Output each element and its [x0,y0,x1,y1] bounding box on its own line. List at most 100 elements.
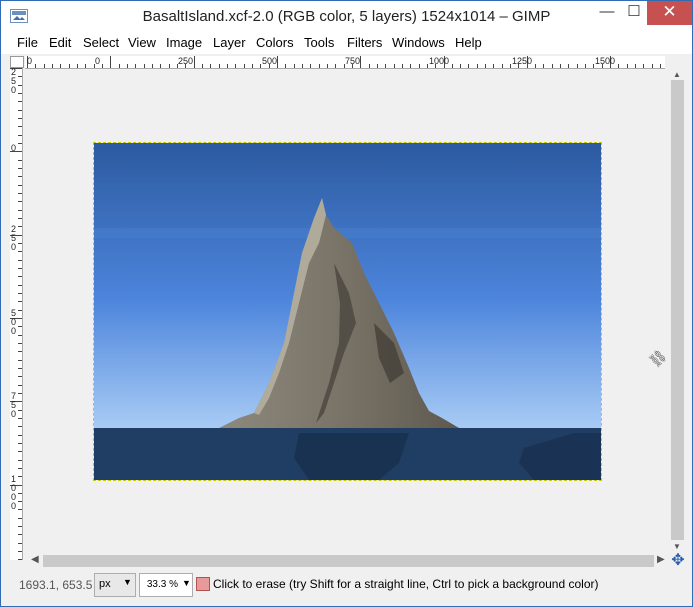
close-button[interactable]: ✕ [647,1,692,25]
ruler-tick [18,467,22,469]
ruler-tick [18,126,22,128]
image-canvas[interactable] [93,142,602,481]
menu-file[interactable]: File [17,35,38,50]
menu-colors[interactable]: Colors [256,35,294,50]
ruler-tick [18,451,22,453]
menu-select[interactable]: Select [83,35,119,50]
ruler-tick [135,64,137,68]
ruler-tick [476,64,478,68]
menu-image[interactable]: Image [166,35,202,50]
menu-help[interactable]: Help [455,35,482,50]
ruler-tick [18,292,22,294]
ruler-tick [193,56,195,68]
status-message: Click to erase (try Shift for a straight… [213,577,599,591]
canvas-area: 0 0 250 500 750 1000 1250 1500 ▼ 250 0 2… [1,54,692,569]
ruler-tick [18,184,22,186]
ruler-tick [68,64,70,68]
vertical-scrollbar[interactable]: ▲ ▼ [669,70,686,551]
ruler-tick [85,64,87,68]
ruler-tick [160,64,162,68]
ruler-tick [51,64,53,68]
quick-mask-corner-button[interactable] [10,56,24,68]
ruler-tick [226,64,228,68]
vertical-scroll-thumb[interactable] [671,80,684,540]
zoom-combo[interactable]: ▼ [139,573,193,597]
unit-select[interactable]: px ▼ [94,573,136,597]
ruler-tick [618,64,620,68]
window-title: BasaltIsland.xcf-2.0 (RGB color, 5 layer… [142,8,551,25]
menu-edit[interactable]: Edit [49,35,71,50]
ruler-tick [335,64,337,68]
horizontal-scrollbar[interactable]: ◀ ▶ [25,553,667,569]
menu-filters[interactable]: Filters [347,35,382,50]
menu-tools[interactable]: Tools [304,35,334,50]
ruler-tick [276,56,278,68]
ruler-tick [18,559,22,560]
ruler-tick [18,301,22,303]
ruler-tick [285,64,287,68]
ruler-tick [18,426,22,428]
ruler-tick [18,442,22,444]
ruler-tick [18,359,22,361]
ruler-tick [18,176,22,178]
ruler-tick [76,64,78,68]
hruler-label: 1250 [512,56,533,66]
ruler-tick [18,109,22,111]
ruler-tick [118,64,120,68]
ruler-tick [626,64,628,68]
ruler-tick [18,384,22,386]
scroll-left-icon[interactable]: ◀ [31,554,39,565]
ruler-tick [18,551,22,553]
ruler-tick [18,201,22,203]
ruler-tick [143,64,145,68]
ruler-tick [326,64,328,68]
horizontal-ruler[interactable]: 0 0 250 500 750 1000 1250 1500 ▼ [25,56,665,69]
hruler-label: 0 [27,56,33,66]
ruler-tick [210,64,212,68]
ruler-tick [126,64,128,68]
ruler-tick [535,64,537,68]
ruler-tick [543,64,545,68]
ruler-tick [168,64,170,68]
unit-value: px [99,578,111,590]
hruler-label: 750 [345,56,361,66]
chevron-down-icon[interactable]: ▼ [182,578,191,588]
ruler-tick [18,434,22,436]
menu-view[interactable]: View [128,35,156,50]
ruler-tick [451,64,453,68]
horizontal-scroll-thumb[interactable] [43,555,654,567]
ruler-tick [635,64,637,68]
navigate-icon[interactable]: ✥ [670,553,686,569]
ruler-tick [18,284,22,286]
hruler-label: 1000 [429,56,450,66]
ruler-tick [418,64,420,68]
ruler-tick [18,342,22,344]
minimize-button[interactable]: — [593,1,621,25]
zoom-input[interactable] [140,574,180,594]
ruler-tick [151,64,153,68]
ruler-tick [560,64,562,68]
ruler-tick [585,64,587,68]
ruler-tick [18,267,22,269]
vertical-ruler[interactable]: 250 0 250 500 750 1000 [10,68,23,560]
ruler-tick [410,64,412,68]
ruler-tick [568,64,570,68]
hruler-label: 250 [178,56,194,66]
ruler-tick [401,64,403,68]
ruler-tick [201,64,203,68]
menu-windows[interactable]: Windows [392,35,445,50]
ruler-tick [18,367,22,369]
ruler-tick [18,117,22,119]
scroll-down-icon[interactable]: ▼ [673,542,681,551]
scroll-right-icon[interactable]: ▶ [657,554,665,565]
scroll-up-icon[interactable]: ▲ [673,70,681,79]
ruler-tick [35,64,37,68]
ruler-tick [318,64,320,68]
hruler-label: 500 [262,56,278,66]
ruler-tick [376,64,378,68]
maximize-button[interactable]: ☐ [621,1,647,25]
ruler-tick [18,167,22,169]
ruler-tick [18,376,22,378]
menu-layer[interactable]: Layer [213,35,246,50]
ruler-tick [18,276,22,278]
